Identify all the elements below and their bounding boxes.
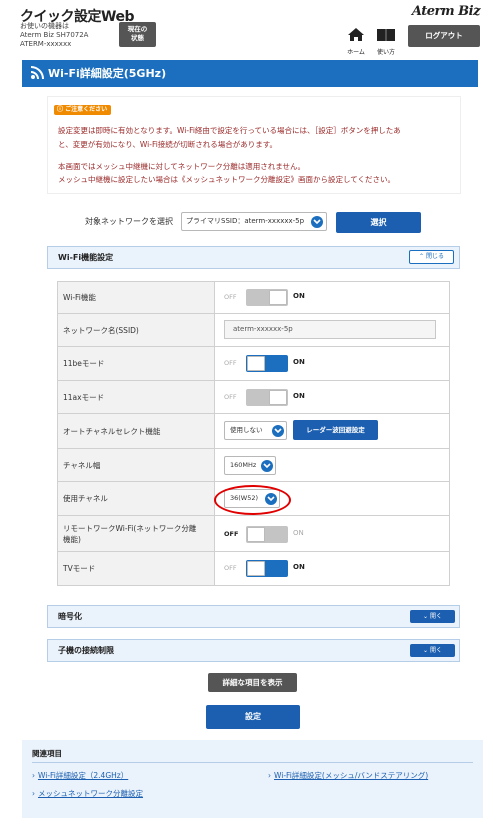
- arrow-right-icon: ›: [32, 789, 35, 798]
- related-link-wifi-24ghz[interactable]: › Wi-Fi詳細設定（2.4GHz）: [32, 770, 128, 781]
- row-label: リモートワークWi-Fi(ネットワーク分離 機能): [58, 516, 215, 551]
- row-wifi-function: Wi-Fi機能 OFF ON: [58, 282, 449, 314]
- toggle-off-label: OFF: [224, 359, 237, 367]
- related-link-wifi-mesh[interactable]: › Wi-Fi詳細設定(メッシュ/バンドステアリング): [268, 770, 428, 781]
- row-label: 使用チャネル: [58, 482, 215, 515]
- toggle-off-label: OFF: [224, 393, 237, 401]
- header: クイック設定Web お使いの機器は Aterm Biz SH7072A ATER…: [0, 0, 500, 58]
- row-auto-channel-select: オートチャネルセレクト機能 使用しない レーダー波回避設定: [58, 414, 449, 449]
- notice-badge: ⓘ ご注意ください: [54, 105, 112, 115]
- notice-line-2: と、変更が有効になり、Wi-Fi接続が切断される場合があります。: [58, 140, 278, 149]
- related-link-label: Wi-Fi詳細設定(メッシュ/バンドステアリング): [274, 771, 429, 780]
- home-button[interactable]: ホーム: [343, 27, 369, 56]
- notice-badge-label: ご注意ください: [65, 106, 108, 113]
- book-icon: [377, 29, 395, 41]
- toggle-on-label: ON: [293, 563, 305, 571]
- current-status-line2: 状態: [131, 34, 144, 42]
- related-link-mesh-separation[interactable]: › メッシュネットワーク分離設定: [32, 788, 143, 799]
- row-tv-mode: TVモード OFF ON: [58, 552, 449, 585]
- device-model: Aterm Biz SH7072A: [20, 31, 89, 39]
- wifi-settings-table: Wi-Fi機能 OFF ON ネットワーク名(SSID) aterm-xxxxx…: [57, 281, 450, 586]
- related-link-label: Wi-Fi詳細設定（2.4GHz）: [38, 771, 129, 780]
- row-11ax-mode: 11axモード OFF ON: [58, 381, 449, 414]
- home-icon: [348, 28, 364, 41]
- network-select-value: プライマリSSID：aterm-xxxxxx-5p: [186, 217, 305, 225]
- network-select[interactable]: プライマリSSID：aterm-xxxxxx-5p: [181, 212, 327, 231]
- row-label: Wi-Fi機能: [58, 282, 215, 313]
- child-connection-panel-header[interactable]: 子機の接続制限: [47, 639, 460, 662]
- help-label: 使い方: [376, 49, 395, 56]
- radar-avoidance-button[interactable]: レーダー波回避設定: [293, 420, 378, 440]
- ssid-input[interactable]: aterm-xxxxxx-5p: [224, 320, 436, 339]
- page-title-bar: Wi-Fi詳細設定(5GHz): [22, 60, 478, 87]
- notice-line-3: 本画面ではメッシュ中継機に対してネットワーク分離は適用されません。: [58, 162, 306, 171]
- channel-width-value: 160MHz: [230, 461, 257, 469]
- network-select-button[interactable]: 選択: [336, 212, 421, 233]
- wifi-settings-panel-header: Wi-Fi機能設定: [47, 246, 460, 269]
- related-link-label: メッシュネットワーク分離設定: [38, 789, 143, 798]
- device-label: お使いの機器は: [20, 22, 69, 30]
- row-label: 11beモード: [58, 347, 215, 380]
- toggle-off-label: OFF: [224, 564, 237, 572]
- chevron-down-icon: [261, 460, 273, 472]
- wifi-icon: [30, 66, 44, 80]
- current-status-button[interactable]: 現在の 状態: [119, 22, 156, 47]
- notice-line-4: メッシュ中継機に設定したい場合は《メッシュネットワーク分離設定》画面から設定して…: [58, 175, 396, 184]
- auto-channel-select-value: 使用しない: [230, 426, 263, 434]
- notice-box: ⓘ ご注意ください 設定変更は即時に有効となります。Wi-Fi経由で設定を行って…: [47, 96, 461, 194]
- channel-width-select[interactable]: 160MHz: [224, 456, 276, 475]
- highlight-circle: [214, 485, 291, 515]
- open-label: 開く: [429, 647, 442, 654]
- info-icon: ⓘ: [57, 106, 64, 113]
- row-11be-mode: 11beモード OFF ON: [58, 347, 449, 381]
- open-child-connection-button[interactable]: ⌄ 開く: [410, 644, 455, 657]
- chevron-down-icon: [311, 216, 323, 228]
- row-label-line1: リモートワークWi-Fi(ネットワーク分離: [63, 523, 197, 533]
- encryption-panel-title: 暗号化: [58, 612, 82, 621]
- chevron-down-icon: [272, 425, 284, 437]
- arrow-right-icon: ›: [268, 771, 271, 780]
- toggle-on-label: ON: [293, 292, 305, 300]
- toggle-off-label: OFF: [224, 293, 237, 301]
- row-label: チャネル幅: [58, 449, 215, 481]
- chevron-up-icon: ⌃: [419, 253, 425, 260]
- open-encryption-button[interactable]: ⌄ 開く: [410, 610, 455, 623]
- show-details-button[interactable]: 詳細な項目を表示: [208, 673, 297, 692]
- row-label: ネットワーク名(SSID): [58, 314, 215, 346]
- row-remote-work-wifi: リモートワークWi-Fi(ネットワーク分離 機能) OFF ON: [58, 516, 449, 552]
- related-title: 関連項目: [32, 749, 62, 758]
- related-items: 関連項目 › Wi-Fi詳細設定（2.4GHz） › Wi-Fi詳細設定(メッシュ/…: [22, 740, 483, 818]
- toggle-on-label: ON: [293, 392, 305, 400]
- auto-channel-select[interactable]: 使用しない: [224, 421, 287, 440]
- row-label: オートチャネルセレクト機能: [58, 414, 215, 448]
- device-id: ATERM-xxxxxx: [20, 40, 72, 48]
- apply-button[interactable]: 設定: [206, 705, 300, 729]
- toggle-on-label: ON: [293, 529, 304, 537]
- chevron-down-icon: ⌄: [423, 613, 429, 620]
- row-label-line2: 機能): [63, 534, 81, 544]
- help-button[interactable]: 使い方: [373, 27, 399, 56]
- row-channel-width: チャネル幅 160MHz: [58, 449, 449, 482]
- close-panel-label: 閉じる: [425, 253, 444, 260]
- chevron-down-icon: ⌄: [423, 647, 429, 654]
- current-status-line1: 現在の: [127, 25, 148, 33]
- row-ssid: ネットワーク名(SSID) aterm-xxxxxx-5p: [58, 314, 449, 347]
- toggle-on-label: ON: [293, 358, 305, 366]
- encryption-panel-header[interactable]: 暗号化: [47, 605, 460, 628]
- child-connection-panel-title: 子機の接続制限: [58, 646, 114, 655]
- network-select-label: 対象ネットワークを選択: [85, 217, 173, 226]
- notice-line-1: 設定変更は即時に有効となります。Wi-Fi経由で設定を行っている場合には、［設定…: [58, 126, 401, 135]
- home-label: ホーム: [347, 49, 365, 56]
- brand-logo: Aterm Biz: [411, 4, 481, 19]
- close-panel-button[interactable]: ⌃ 閉じる: [409, 250, 454, 264]
- open-label: 開く: [429, 613, 442, 620]
- arrow-right-icon: ›: [32, 771, 35, 780]
- row-label: TVモード: [58, 552, 215, 585]
- toggle-off-label: OFF: [224, 530, 239, 538]
- page-title: Wi-Fi詳細設定(5GHz): [48, 67, 167, 80]
- wifi-settings-panel-title: Wi-Fi機能設定: [58, 253, 114, 262]
- row-label: 11axモード: [58, 381, 215, 413]
- logout-button[interactable]: ログアウト: [408, 25, 480, 47]
